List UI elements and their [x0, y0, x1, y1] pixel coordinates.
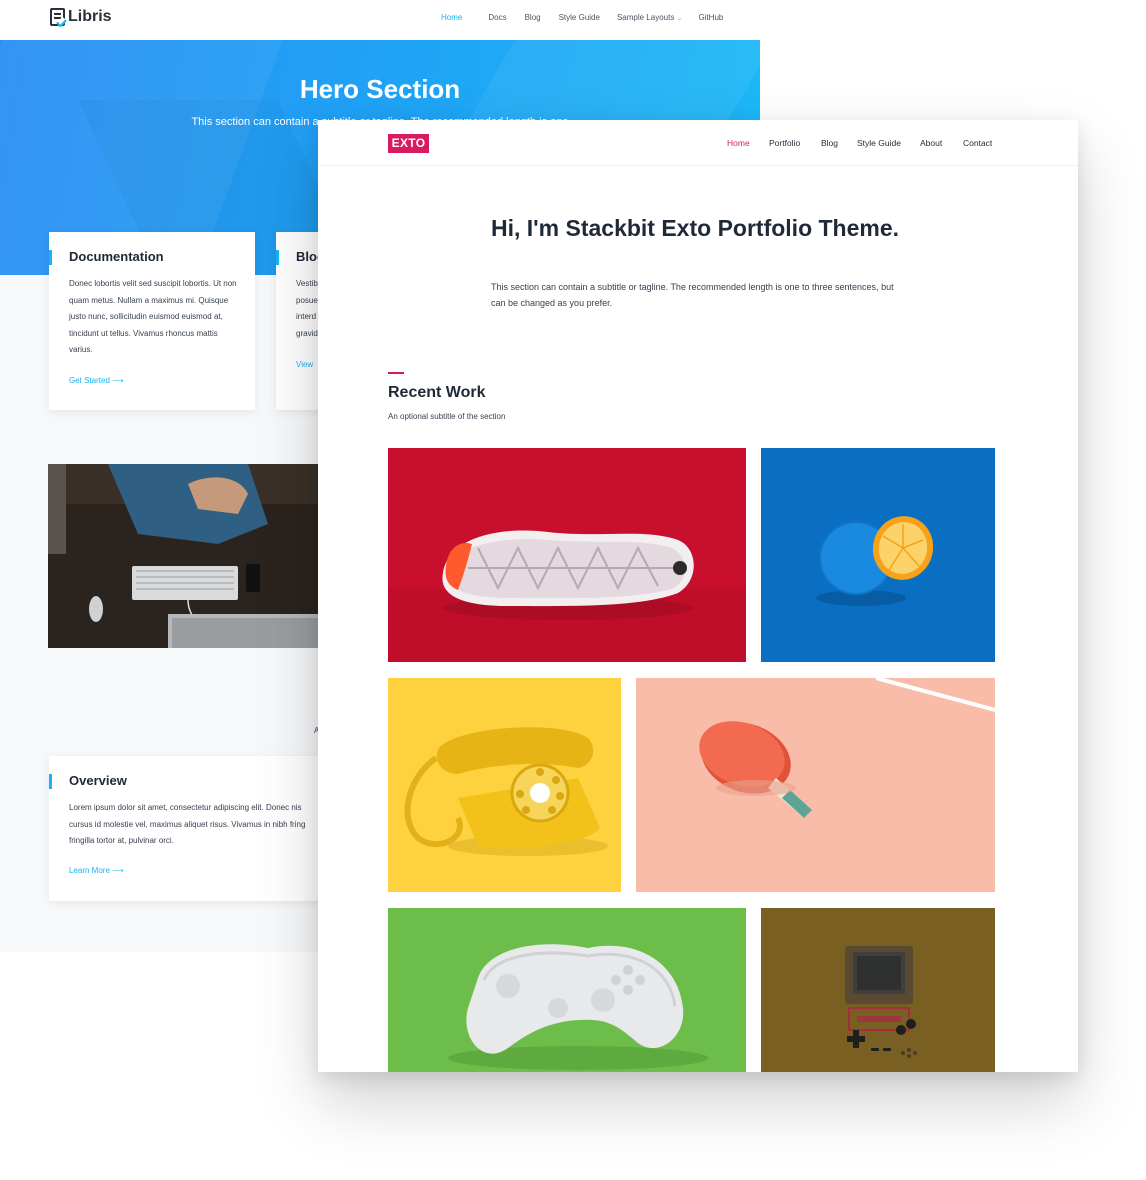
libris-nav-github[interactable]: GitHub	[698, 13, 723, 22]
portfolio-item-sneaker[interactable]	[388, 448, 746, 662]
exto-nav-about[interactable]: About	[920, 138, 942, 148]
libris-nav-sample-layouts-label: Sample Layouts	[616, 13, 675, 22]
get-started-label: Get Started	[69, 376, 110, 385]
libris-card-overview: Overview Lorem ipsum dolor sit amet, con…	[49, 756, 349, 901]
card-body: Lorem ipsum dolor sit amet, consectetur …	[69, 803, 306, 845]
exto-nav-portfolio[interactable]: Portfolio	[769, 138, 800, 148]
learn-more-link[interactable]: Learn More ⟶	[69, 866, 124, 875]
controller-image	[388, 908, 746, 1072]
exto-nav-contact[interactable]: Contact	[963, 138, 992, 148]
exto-intro-title: Hi, I'm Stackbit Exto Portfolio Theme.	[491, 215, 900, 241]
exto-nav-style-guide[interactable]: Style Guide	[857, 138, 901, 148]
exto-intro-subtitle: This section can contain a subtitle or t…	[491, 282, 894, 308]
desk-photo	[48, 464, 320, 648]
exto-nav-blog[interactable]: Blog	[821, 138, 838, 148]
learn-more-label: Learn More	[69, 866, 110, 875]
libris-logo-text: Libris	[68, 8, 112, 25]
sneaker-image	[388, 448, 746, 662]
libris-nav-docs[interactable]: Docs	[488, 13, 506, 22]
portfolio-item-console[interactable]	[761, 908, 995, 1072]
portfolio-item-paddle[interactable]	[636, 678, 995, 892]
libris-nav: Home Docs Blog Style Guide Sample Layout…	[441, 13, 723, 22]
recent-work-subtitle: An optional subtitle of the section	[388, 412, 506, 421]
portfolio-item-telephone[interactable]	[388, 678, 621, 892]
get-started-link[interactable]: Get Started ⟶	[69, 376, 124, 385]
paddle-image	[636, 678, 995, 892]
libris-hero-title: Hero Section	[299, 74, 461, 104]
libris-nav-home[interactable]: Home	[441, 13, 462, 22]
portfolio-item-blue-orange[interactable]	[761, 448, 995, 662]
desk-photo-art	[48, 464, 320, 648]
exto-logo[interactable]: EXTO	[388, 134, 429, 153]
exto-nav-home[interactable]: Home	[727, 138, 750, 148]
libris-card-documentation: Documentation Donec lobortis velit sed s…	[49, 232, 255, 410]
section-accent-bar	[388, 372, 404, 374]
exto-header: EXTO Home Portfolio Blog Style Guide Abo…	[318, 120, 1078, 166]
exto-page: EXTO Home Portfolio Blog Style Guide Abo…	[318, 120, 1078, 1072]
console-image	[761, 908, 995, 1072]
libris-logo[interactable]: Libris	[50, 8, 112, 26]
card-title: Documentation	[69, 249, 164, 264]
libris-nav-style-guide[interactable]: Style Guide	[559, 13, 600, 22]
libris-nav-blog[interactable]: Blog	[525, 13, 541, 22]
portfolio-item-controller[interactable]	[388, 908, 746, 1072]
libris-header: Libris Home Docs Blog Style Guide Sample…	[0, 0, 760, 40]
card-title: Overview	[69, 773, 127, 788]
view-link[interactable]: View	[296, 360, 313, 369]
arrow-right-icon: ⟶	[112, 866, 124, 875]
chevron-down-icon: ⌄	[676, 15, 683, 22]
arrow-right-icon: ⟶	[112, 376, 124, 385]
card-body: Donec lobortis velit sed suscipit lobort…	[69, 279, 237, 354]
libris-nav-sample-layouts[interactable]: Sample Layouts ⌄	[617, 13, 682, 22]
document-check-icon	[50, 8, 65, 26]
telephone-image	[388, 678, 621, 892]
recent-work-title: Recent Work	[388, 384, 486, 401]
blue-orange-image	[761, 448, 995, 662]
